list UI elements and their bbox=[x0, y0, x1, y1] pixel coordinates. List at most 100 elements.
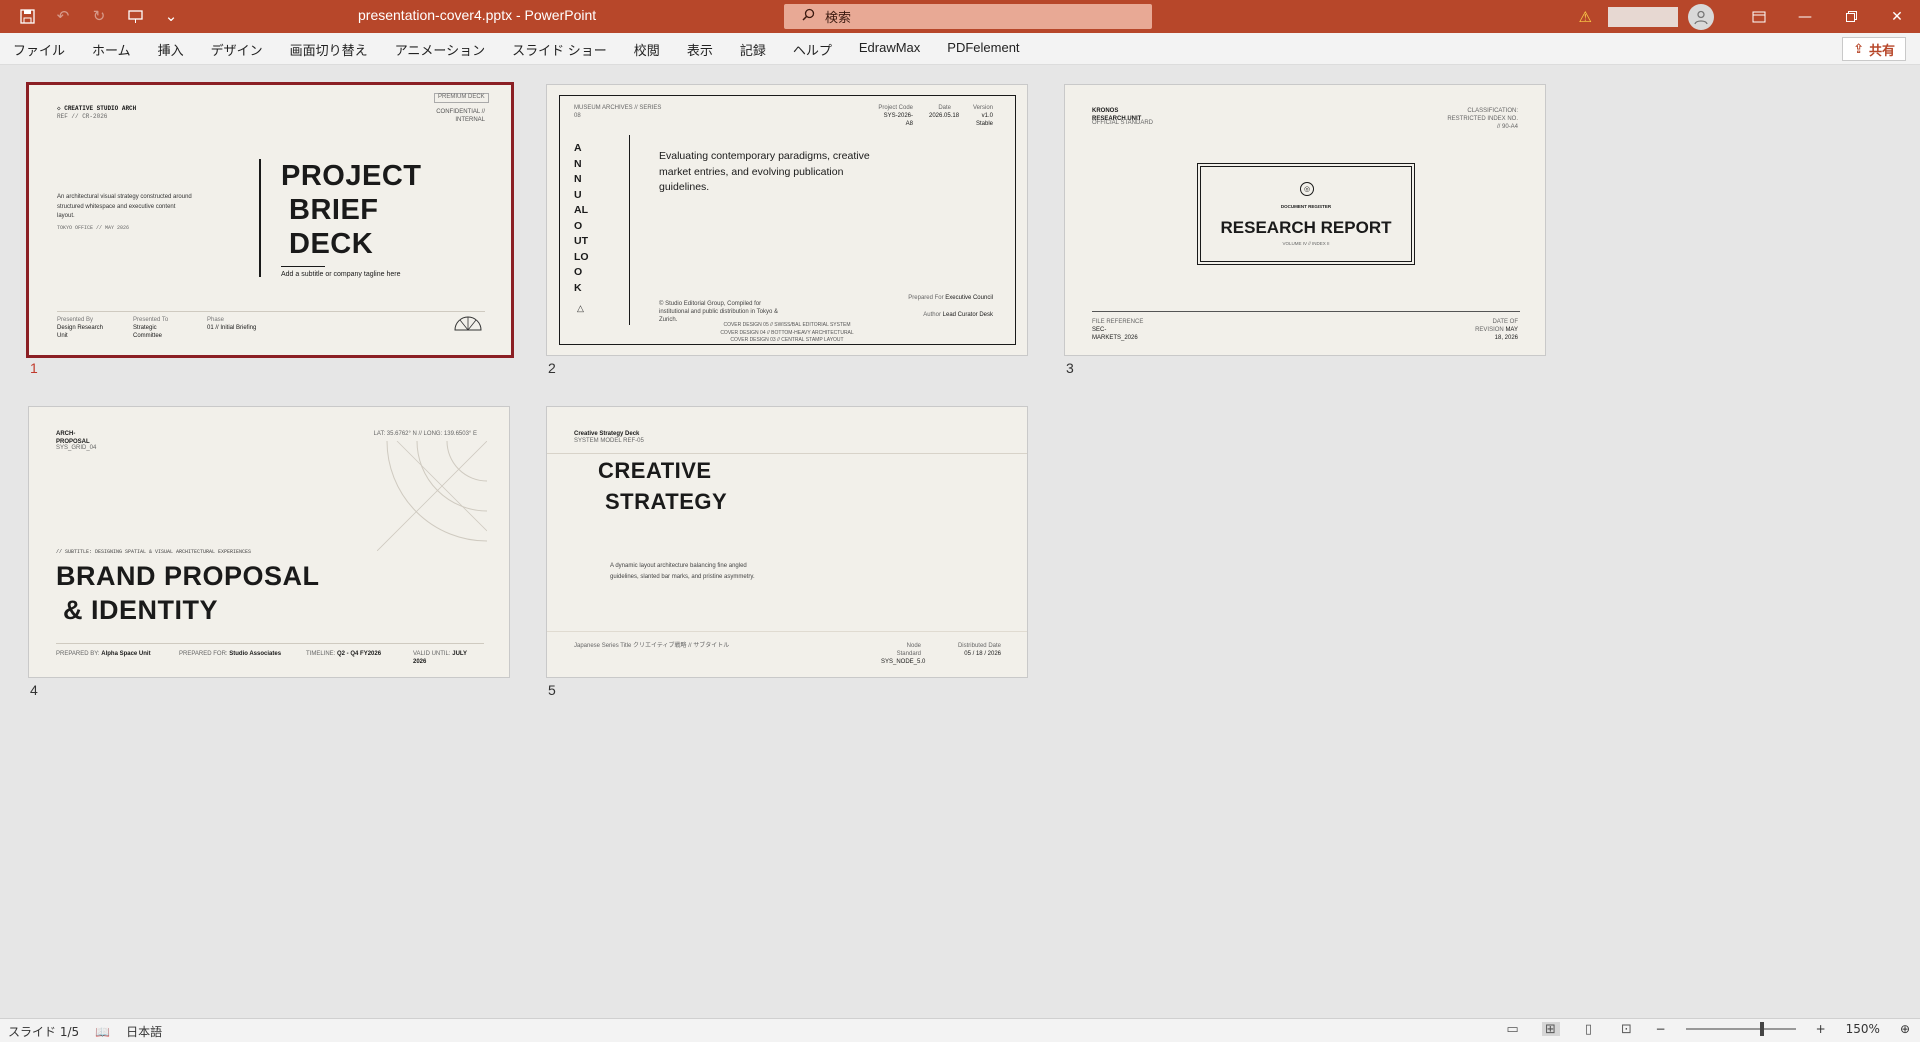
search-icon bbox=[802, 8, 815, 25]
slide2-vertical-rule bbox=[629, 135, 630, 325]
slide1-ref: REF // CR-2026 bbox=[57, 113, 108, 120]
slide1-description: An architectural visual strategy constru… bbox=[57, 194, 192, 220]
slide-sorter: ◇ CREATIVE STUDIO ARCH REF // CR-2026 PR… bbox=[0, 66, 1920, 1018]
slide4-subtitle: // SUBTITLE: DESIGNING SPATIAL & VISUAL … bbox=[56, 549, 252, 555]
tab-edrawmax[interactable]: EdrawMax bbox=[846, 33, 934, 65]
slide4-footer-label-1: PREPARED BY: bbox=[56, 651, 100, 657]
tab-animations[interactable]: アニメーション bbox=[382, 33, 499, 65]
slide2-meta-value-2: 2026.05.18 bbox=[929, 112, 960, 119]
slide2-cover-line-1: COVER DESIGN 05 // SWISS/BAL EDITORIAL S… bbox=[723, 322, 851, 328]
slide1-title-underline bbox=[281, 266, 325, 267]
search-box[interactable]: 検索 bbox=[784, 4, 1152, 29]
normal-view-icon[interactable]: ▭ bbox=[1504, 1022, 1522, 1037]
slide4-footer-label-2: PREPARED FOR: bbox=[179, 651, 228, 657]
present-from-start-icon[interactable] bbox=[124, 6, 146, 26]
arc-grid-decoration bbox=[377, 441, 487, 551]
zoom-level[interactable]: 150% bbox=[1846, 1022, 1880, 1036]
slide1-footer-label-1: Presented By bbox=[57, 317, 94, 323]
window-controls: ⚠ — ✕ bbox=[1579, 0, 1920, 33]
customize-toolbar-icon[interactable]: ⌄ bbox=[160, 6, 182, 26]
slide2-title-char-7: UT bbox=[574, 235, 588, 247]
slide-thumbnail-5[interactable]: Creative Strategy Deck SYSTEM MODEL REF-… bbox=[546, 406, 1028, 678]
slide2-title-char-10: K bbox=[574, 281, 582, 294]
slideshow-view-icon[interactable]: ⊡ bbox=[1618, 1022, 1636, 1037]
tab-help[interactable]: ヘルプ bbox=[780, 33, 846, 65]
save-icon[interactable] bbox=[16, 6, 38, 26]
tab-home[interactable]: ホーム bbox=[79, 33, 145, 65]
file-name: presentation-cover4.pptx bbox=[358, 7, 513, 23]
slide2-intro: Evaluating contemporary paradigms, creat… bbox=[659, 150, 870, 193]
slide4-footer-value-2: Studio Associates bbox=[229, 651, 282, 657]
slide2-meta-value-3: v1.0 Stable bbox=[975, 112, 993, 127]
ribbon-display-options-icon[interactable] bbox=[1736, 0, 1782, 33]
slide3-org-tag: OFFICIAL STANDARD bbox=[1092, 120, 1154, 126]
tab-view[interactable]: 表示 bbox=[674, 33, 727, 65]
warning-icon[interactable]: ⚠ bbox=[1579, 8, 1592, 26]
slide5-series-title: Japanese Series Title クリエイティブ戦略 // サブタイト… bbox=[574, 643, 730, 649]
slide5-date-label: Distributed Date bbox=[957, 643, 1001, 649]
slide5-model: SYSTEM MODEL REF-05 bbox=[574, 438, 644, 444]
minimize-icon[interactable]: — bbox=[1782, 0, 1828, 33]
avatar[interactable] bbox=[1688, 3, 1714, 30]
tab-transitions[interactable]: 画面切り替え bbox=[277, 33, 382, 65]
slide2-author-label: Author bbox=[923, 312, 941, 318]
slide3-volume: VOLUME IV // INDEX II bbox=[1282, 241, 1330, 246]
slide2-frame bbox=[559, 95, 1016, 345]
slide-thumbnail-1[interactable]: ◇ CREATIVE STUDIO ARCH REF // CR-2026 PR… bbox=[26, 82, 514, 358]
slide4-divider bbox=[56, 643, 484, 644]
undo-icon[interactable]: ↶ bbox=[52, 6, 74, 26]
slide2-title-char-9: O bbox=[574, 266, 583, 278]
slide2-meta-label-1: Project Code bbox=[878, 105, 913, 111]
slide2-title-char-8: LO bbox=[574, 250, 589, 263]
slide3-file-ref: SEC-MARKETS_2026 bbox=[1092, 326, 1138, 341]
slide2-title-char-3: N bbox=[574, 173, 582, 185]
share-label: 共有 bbox=[1868, 43, 1895, 59]
slide5-top-rule bbox=[547, 453, 1027, 454]
slide2-series: MUSEUM ARCHIVES // SERIES 08 bbox=[574, 105, 662, 119]
account-name[interactable] bbox=[1608, 6, 1678, 27]
zoom-out-icon[interactable]: − bbox=[1656, 1022, 1666, 1036]
tab-insert[interactable]: 挿入 bbox=[145, 33, 198, 65]
ribbon: ファイル ホーム 挿入 デザイン 画面切り替え アニメーション スライド ショー… bbox=[0, 33, 1920, 65]
share-button[interactable]: ⇪ 共有 bbox=[1842, 37, 1906, 61]
slide1-accent-line bbox=[259, 159, 261, 277]
slide-thumbnail-2[interactable]: MUSEUM ARCHIVES // SERIES 08 Project Cod… bbox=[546, 84, 1028, 356]
ribbon-tabs: ファイル ホーム 挿入 デザイン 画面切り替え アニメーション スライド ショー… bbox=[0, 33, 1034, 65]
slide1-location: TOKYO OFFICE // MAY 2026 bbox=[57, 225, 130, 231]
slide-number-2: 2 bbox=[548, 360, 556, 376]
slide2-title-char-2: N bbox=[574, 157, 582, 170]
triangle-icon: △ bbox=[577, 303, 584, 313]
tab-design[interactable]: デザイン bbox=[198, 33, 277, 65]
accessibility-check-icon[interactable]: 📖 bbox=[95, 1025, 110, 1039]
slide5-date: 05 / 18 / 2026 bbox=[964, 650, 1001, 657]
slide2-meta-label-3: Version bbox=[972, 105, 993, 111]
reading-view-icon[interactable]: ▯ bbox=[1580, 1022, 1598, 1037]
tab-slideshow[interactable]: スライド ショー bbox=[499, 33, 621, 65]
slide3-title: RESEARCH REPORT bbox=[1220, 218, 1392, 237]
close-icon[interactable]: ✕ bbox=[1874, 0, 1920, 33]
slide2-title-char-5: AL bbox=[574, 204, 588, 216]
redo-icon[interactable]: ↻ bbox=[88, 6, 110, 26]
slide-thumbnail-3[interactable]: KRONOS RESEARCH UNIT OFFICIAL STANDARD C… bbox=[1064, 84, 1546, 356]
slide3-stamp-label: DOCUMENT REGISTER bbox=[1280, 204, 1332, 209]
title-separator: - bbox=[512, 7, 525, 23]
slide-thumbnail-4[interactable]: ARCH-PROPOSAL SYS_GRID_04 LAT: 35.6762° … bbox=[28, 406, 510, 678]
slide5-node: SYS_NODE_5.0 bbox=[881, 658, 926, 665]
tab-review[interactable]: 校閲 bbox=[621, 33, 674, 65]
slide5-title-line-1: CREATIVE bbox=[598, 458, 712, 483]
slide4-title-line-1: BRAND PROPOSAL bbox=[56, 561, 320, 591]
slide5-bottom-rule bbox=[547, 631, 1027, 632]
zoom-slider-thumb[interactable] bbox=[1759, 1022, 1764, 1036]
slide-sorter-view-icon[interactable]: ⊞ bbox=[1541, 1022, 1560, 1037]
zoom-in-icon[interactable]: + bbox=[1816, 1022, 1826, 1036]
slide5-title-line-2: STRATEGY bbox=[605, 489, 728, 514]
zoom-slider[interactable] bbox=[1685, 1022, 1796, 1036]
language-indicator[interactable]: 日本語 bbox=[126, 1023, 162, 1040]
restore-icon[interactable] bbox=[1828, 0, 1874, 33]
slide2-prepared-for: Executive Council bbox=[945, 295, 993, 301]
tab-pdfelement[interactable]: PDFelement bbox=[934, 33, 1033, 65]
tab-file[interactable]: ファイル bbox=[0, 33, 79, 65]
slide-number-3: 3 bbox=[1066, 360, 1074, 376]
tab-record[interactable]: 記録 bbox=[727, 33, 780, 65]
fit-to-window-icon[interactable]: ⊕ bbox=[1900, 1022, 1910, 1036]
